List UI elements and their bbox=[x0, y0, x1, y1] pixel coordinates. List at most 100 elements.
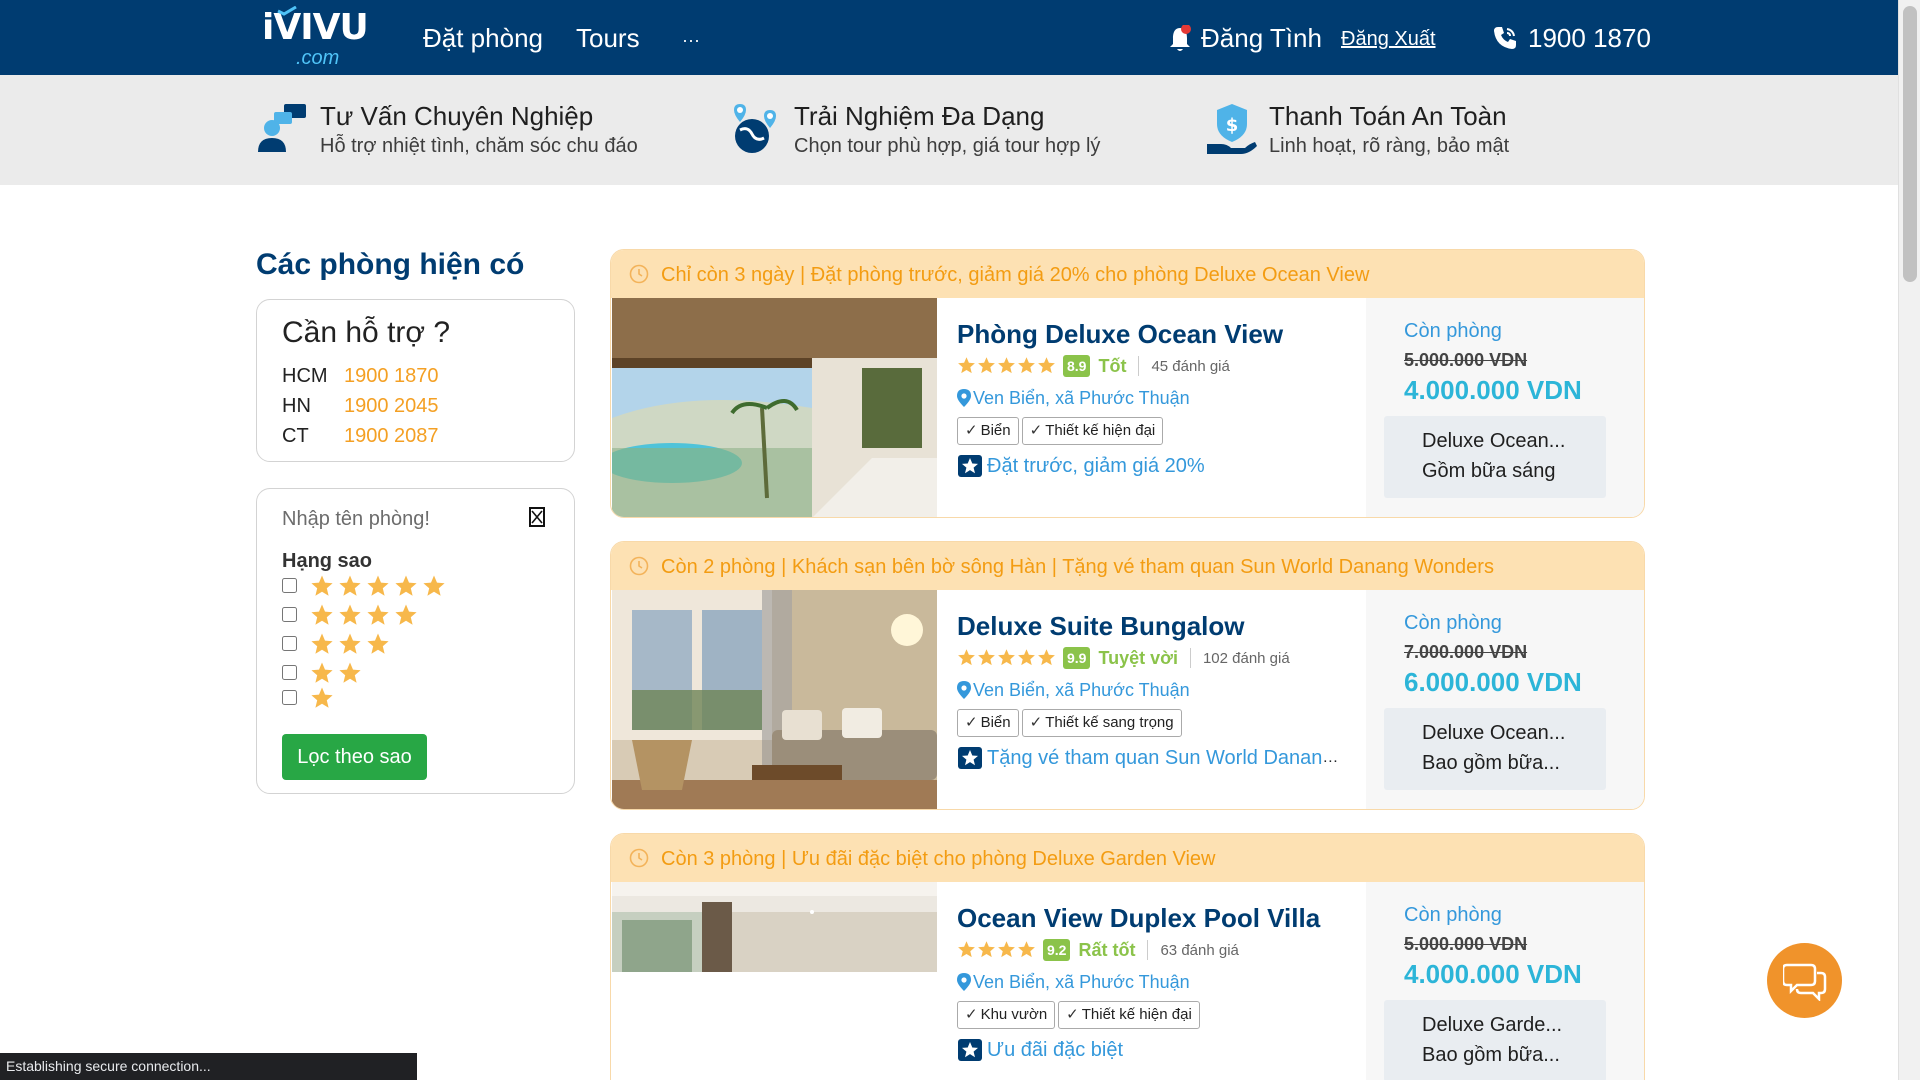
star-filter-checkbox[interactable] bbox=[282, 607, 297, 622]
amenity-tag-label: Thiết kế hiện đại bbox=[1081, 1006, 1192, 1023]
promotion-text: Đặt trước, giảm giá 20% bbox=[987, 454, 1205, 477]
logout-link[interactable]: Đăng Xuất bbox=[1341, 26, 1436, 52]
page-scrollbar[interactable] bbox=[1898, 0, 1920, 1080]
star-filter-checkbox[interactable] bbox=[282, 578, 297, 593]
map-pin-icon bbox=[957, 389, 971, 407]
hotline-number[interactable]: 1900 1870 bbox=[1528, 22, 1651, 54]
room-card[interactable]: Chỉ còn 3 ngày | Đặt phòng trước, giảm g… bbox=[610, 249, 1645, 518]
star-filter-checkbox[interactable] bbox=[282, 665, 297, 680]
amenity-tags: ✓ Khu vườn ✓ Thiết kế hiện đại bbox=[957, 1001, 1203, 1029]
discounted-price: 4.000.000 VDN bbox=[1404, 375, 1582, 405]
filter-by-stars-button[interactable]: Lọc theo sao bbox=[282, 734, 427, 780]
clear-search-icon[interactable] bbox=[529, 507, 545, 527]
star-icon bbox=[1037, 356, 1056, 375]
support-phone[interactable]: 1900 1870 bbox=[344, 365, 439, 387]
room-photo[interactable] bbox=[612, 590, 937, 809]
room-package-button[interactable]: Deluxe Garde... Bao gồm bữa... bbox=[1384, 1000, 1606, 1080]
divider bbox=[1138, 356, 1140, 376]
amenity-tag-label: Biển bbox=[980, 714, 1011, 731]
amenity-tag: ✓ Thiết kế hiện đại bbox=[1058, 1001, 1200, 1029]
promotion[interactable]: Tặng vé tham quan Sun World Danang... bbox=[957, 746, 1347, 772]
room-location[interactable]: Ven Biển, xã Phước Thuận bbox=[957, 970, 1190, 994]
star-rating-display bbox=[310, 603, 422, 627]
star-icon bbox=[977, 648, 996, 667]
check-icon: ✓ bbox=[1029, 714, 1043, 731]
support-phone[interactable]: 1900 2045 bbox=[344, 395, 439, 417]
feature-subtitle: Linh hoạt, rõ ràng, bảo mật bbox=[1269, 135, 1510, 157]
feature-title: Tư Vấn Chuyên Nghiệp bbox=[320, 101, 594, 131]
nav-more-button[interactable]: ··· bbox=[682, 24, 700, 56]
feature-title: Thanh Toán An Toàn bbox=[1269, 101, 1507, 131]
deal-banner-text: Còn 2 phòng | Khách sạn bên bờ sông Hàn … bbox=[661, 556, 1494, 578]
star-filter-checkbox[interactable] bbox=[282, 690, 297, 705]
original-price: 7.000.000 VDN bbox=[1404, 642, 1528, 662]
star-icon bbox=[338, 574, 362, 598]
rating-row: 8.9 Tốt 45 đánh giá bbox=[957, 355, 1230, 379]
price-column: Còn phòng 5.000.000 VDN 4.000.000 VDN Delux… bbox=[1366, 298, 1644, 517]
chat-button[interactable] bbox=[1767, 943, 1842, 1018]
nav-dat-phong[interactable]: Đặt phòng bbox=[423, 22, 543, 54]
rating-row: 9.9 Tuyệt vời 102 đánh giá bbox=[957, 647, 1290, 671]
room-name[interactable]: Deluxe Suite Bungalow bbox=[957, 610, 1245, 642]
feature-subtitle: Chọn tour phù hợp, giá tour hợp lý bbox=[794, 135, 1101, 157]
price-column: Còn phòng 7.000.000 VDN 6.000.000 VDN Delux… bbox=[1366, 590, 1644, 809]
features-bar: Tư Vấn Chuyên Nghiệp Hỗ trợ nhiệt tình, … bbox=[0, 75, 1898, 185]
username[interactable]: Đăng Tình bbox=[1201, 22, 1322, 54]
feature-title: Trải Nghiệm Đa Dạng bbox=[794, 101, 1045, 131]
deal-banner-text: Chỉ còn 3 ngày | Đặt phòng trước, giảm g… bbox=[661, 264, 1370, 286]
room-location[interactable]: Ven Biển, xã Phước Thuận bbox=[957, 678, 1190, 702]
star-icon bbox=[957, 940, 976, 959]
star-icon bbox=[957, 648, 976, 667]
room-package-button[interactable]: Deluxe Ocean... Bao gồm bữa... bbox=[1384, 708, 1606, 790]
amenity-tag-label: Thiết kế hiện đại bbox=[1045, 422, 1156, 439]
room-star-rating bbox=[957, 356, 1057, 376]
star-icon bbox=[1037, 648, 1056, 667]
star-rating-display bbox=[310, 574, 450, 598]
browser-status-bar: Establishing secure connection... bbox=[0, 1053, 417, 1080]
star-icon bbox=[310, 574, 334, 598]
review-count[interactable]: 45 đánh giá bbox=[1151, 358, 1229, 375]
promo-star-icon bbox=[958, 455, 982, 477]
room-location[interactable]: Ven Biển, xã Phước Thuận bbox=[957, 386, 1190, 410]
room-name[interactable]: Ocean View Duplex Pool Villa bbox=[957, 902, 1320, 934]
amenity-tag-label: Thiết kế sang trọng bbox=[1045, 714, 1174, 731]
review-count[interactable]: 102 đánh giá bbox=[1203, 650, 1290, 667]
star-icon bbox=[366, 574, 390, 598]
support-phone[interactable]: 1900 2087 bbox=[344, 425, 439, 447]
notification-bell-icon[interactable] bbox=[1168, 25, 1192, 53]
star-icon bbox=[997, 356, 1016, 375]
room-photo[interactable] bbox=[612, 298, 937, 517]
star-filter-checkbox[interactable] bbox=[282, 636, 297, 651]
review-score-badge: 9.2 bbox=[1043, 939, 1071, 961]
room-search-input[interactable] bbox=[282, 503, 522, 535]
room-name[interactable]: Phòng Deluxe Ocean View bbox=[957, 318, 1283, 350]
promotion[interactable]: Ưu đãi đặc biệt bbox=[957, 1038, 1123, 1064]
logo-tick-icon bbox=[277, 6, 297, 16]
room-package-button[interactable]: Deluxe Ocean... Gồm bữa sáng bbox=[1384, 416, 1606, 498]
support-city: HN bbox=[282, 395, 311, 417]
review-score-text: Tốt bbox=[1098, 355, 1127, 376]
room-info: Phòng Deluxe Ocean View 8.9 Tốt 45 đánh giá… bbox=[957, 298, 1387, 517]
star-icon bbox=[338, 603, 362, 627]
room-card[interactable]: Còn 2 phòng | Khách sạn bên bờ sông Hàn … bbox=[610, 541, 1645, 810]
room-location-text: Ven Biển, xã Phước Thuận bbox=[973, 972, 1190, 992]
room-photo[interactable] bbox=[612, 882, 937, 1080]
star-icon bbox=[310, 686, 334, 710]
ivivu-logo[interactable]: iVIVU .com bbox=[262, 6, 369, 70]
support-row-hn: HN 1900 2045 bbox=[282, 393, 439, 419]
amenity-tag: ✓ Thiết kế sang trọng bbox=[1021, 709, 1182, 737]
original-price: 5.000.000 VDN bbox=[1404, 350, 1528, 370]
star-icon bbox=[977, 940, 996, 959]
promo-star-icon bbox=[958, 1039, 982, 1061]
check-icon: ✓ bbox=[965, 714, 978, 731]
room-info: Ocean View Duplex Pool Villa 9.2 Rất tốt 63… bbox=[957, 882, 1387, 1080]
consultant-icon bbox=[258, 104, 306, 152]
package-name: Deluxe Garde... bbox=[1422, 1014, 1563, 1036]
scrollbar-thumb[interactable] bbox=[1903, 6, 1917, 282]
room-star-rating bbox=[957, 648, 1057, 668]
promotion[interactable]: Đặt trước, giảm giá 20% bbox=[957, 454, 1205, 480]
review-count[interactable]: 63 đánh giá bbox=[1160, 942, 1238, 959]
room-card[interactable]: Còn 3 phòng | Ưu đãi đặc biệt cho phòng … bbox=[610, 833, 1645, 1080]
nav-tours[interactable]: Tours bbox=[576, 22, 640, 54]
deal-banner-text: Còn 3 phòng | Ưu đãi đặc biệt cho phòng … bbox=[661, 848, 1216, 870]
